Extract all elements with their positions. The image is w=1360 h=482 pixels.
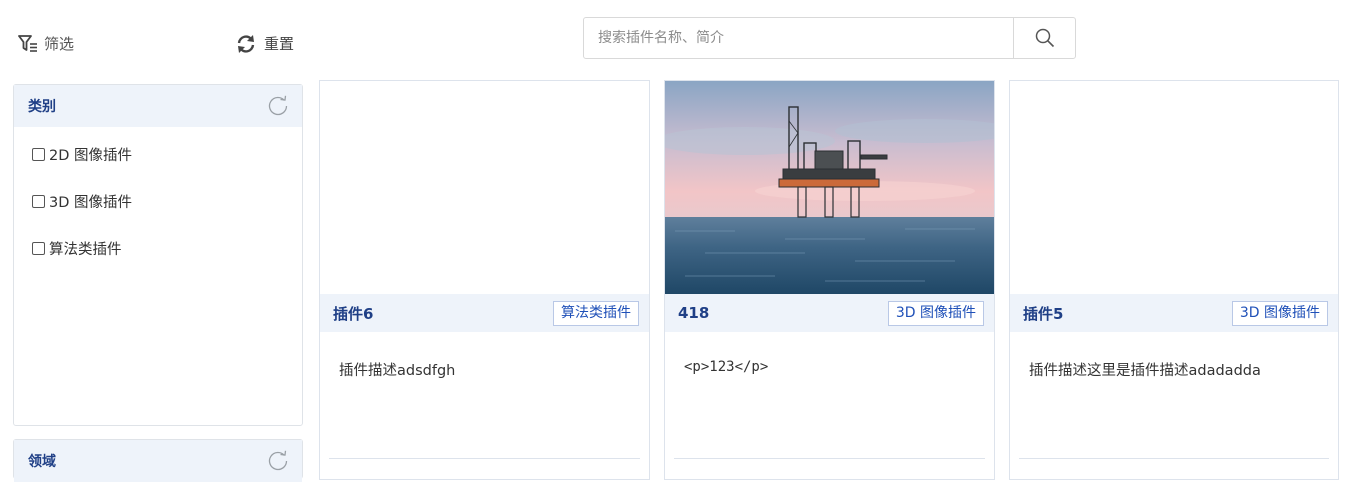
checkbox[interactable] [32, 242, 45, 255]
domain-panel-title: 领域 [28, 454, 56, 470]
card-title: 插件5 [1023, 304, 1064, 323]
category-option-3d[interactable]: 3D 图像插件 [32, 190, 284, 213]
card-image-placeholder [320, 81, 649, 294]
category-options: 2D 图像插件 3D 图像插件 算法类插件 [14, 127, 302, 300]
card-description: <p>123</p> [684, 359, 769, 375]
category-tag: 3D 图像插件 [887, 300, 984, 326]
oil-rig-image [665, 81, 994, 294]
refresh-icon[interactable] [267, 450, 289, 472]
category-tag: 3D 图像插件 [1231, 300, 1328, 326]
divider [674, 458, 985, 459]
category-option-algorithm[interactable]: 算法类插件 [32, 237, 284, 260]
refresh-icon [237, 34, 255, 53]
category-option-2d[interactable]: 2D 图像插件 [32, 143, 284, 166]
card-description: 插件描述这里是插件描述adadadda [1029, 363, 1261, 379]
option-label: 2D 图像插件 [49, 148, 132, 164]
divider [1019, 458, 1329, 459]
plugin-card[interactable]: 插件6 算法类插件 插件描述adsdfgh [319, 80, 650, 480]
card-description: 插件描述adsdfgh [339, 363, 456, 379]
category-tag: 算法类插件 [553, 300, 639, 326]
reset-button[interactable]: 重置 [236, 33, 294, 54]
reset-label: 重置 [264, 35, 295, 53]
card-image-placeholder [1010, 81, 1338, 294]
plugin-card[interactable]: 418 3D 图像插件 <p>123</p> [664, 80, 995, 480]
card-header: 418 3D 图像插件 [665, 294, 994, 332]
refresh-icon[interactable] [267, 95, 289, 117]
category-panel-title: 类别 [28, 99, 56, 115]
card-header: 插件5 3D 图像插件 [1010, 294, 1338, 332]
checkbox[interactable] [32, 195, 45, 208]
search-input[interactable] [584, 18, 1013, 58]
search-bar [583, 17, 1076, 59]
checkbox[interactable] [32, 148, 45, 161]
category-panel-header: 类别 [14, 85, 302, 127]
card-image [665, 81, 994, 294]
search-icon [1035, 28, 1054, 48]
option-label: 算法类插件 [49, 242, 122, 258]
divider [329, 458, 640, 459]
option-label: 3D 图像插件 [49, 195, 132, 211]
filter-icon [18, 34, 37, 52]
filter-button[interactable]: 筛选 [18, 33, 74, 54]
domain-panel: 领域 [13, 439, 303, 482]
category-panel: 类别 2D 图像插件 3D 图像插件 算法类插件 [13, 84, 303, 426]
filter-label: 筛选 [44, 35, 75, 53]
search-button[interactable] [1013, 18, 1075, 58]
card-header: 插件6 算法类插件 [320, 294, 649, 332]
card-title: 418 [678, 304, 710, 322]
card-title: 插件6 [333, 304, 374, 323]
domain-panel-header: 领域 [14, 440, 302, 482]
plugin-card[interactable]: 插件5 3D 图像插件 插件描述这里是插件描述adadadda [1009, 80, 1339, 480]
